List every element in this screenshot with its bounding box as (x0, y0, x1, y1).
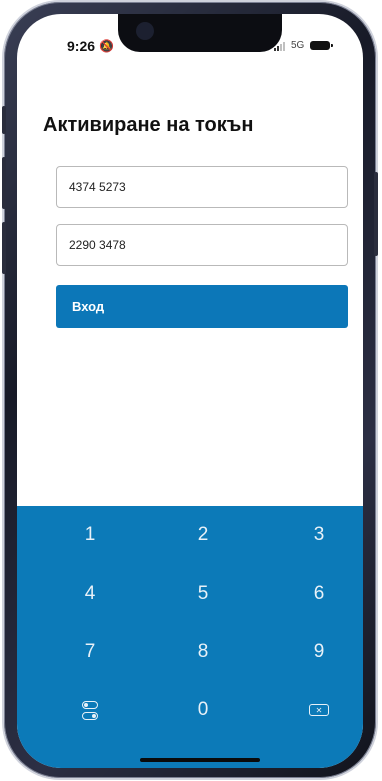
backspace-button[interactable]: ✕ (279, 688, 359, 732)
toggle-icon (82, 700, 98, 720)
key-1[interactable]: 1 (50, 513, 130, 557)
login-button[interactable]: Вход (56, 285, 348, 328)
key-6[interactable]: 6 (279, 572, 359, 616)
volume-down-button (2, 222, 6, 274)
backspace-icon: ✕ (309, 704, 329, 716)
volume-up-button (2, 157, 6, 209)
key-4[interactable]: 4 (50, 572, 130, 616)
bell-muted-icon: 🔕 (99, 39, 114, 53)
switch-keyboard-button[interactable] (50, 688, 130, 732)
key-9[interactable]: 9 (279, 630, 359, 674)
key-8[interactable]: 8 (163, 630, 243, 674)
battery-icon (310, 41, 334, 50)
key-2[interactable]: 2 (163, 513, 243, 557)
status-indicators: 5G (274, 40, 334, 51)
network-label: 5G (291, 40, 305, 51)
activation-code-field[interactable] (56, 224, 348, 266)
key-0[interactable]: 0 (163, 688, 243, 732)
numeric-keypad: 1 2 3 4 5 6 7 8 9 0 ✕ (17, 506, 363, 768)
page-title: Активиране на токън (43, 114, 254, 136)
key-5[interactable]: 5 (163, 572, 243, 616)
status-time: 9:26 🔕 (67, 38, 114, 54)
notch (118, 14, 282, 52)
key-7[interactable]: 7 (50, 630, 130, 674)
home-indicator[interactable] (140, 758, 260, 762)
signal-icon (274, 41, 285, 51)
clock: 9:26 (67, 38, 96, 54)
key-3[interactable]: 3 (279, 513, 359, 557)
phone-frame: 9:26 🔕 5G Активиране на токън Вход 1 2 3… (2, 2, 378, 778)
token-number-field[interactable] (56, 166, 348, 208)
power-button (374, 172, 378, 256)
phone-screen: 9:26 🔕 5G Активиране на токън Вход 1 2 3… (17, 14, 363, 768)
front-camera (136, 22, 154, 40)
silent-switch (2, 106, 6, 134)
